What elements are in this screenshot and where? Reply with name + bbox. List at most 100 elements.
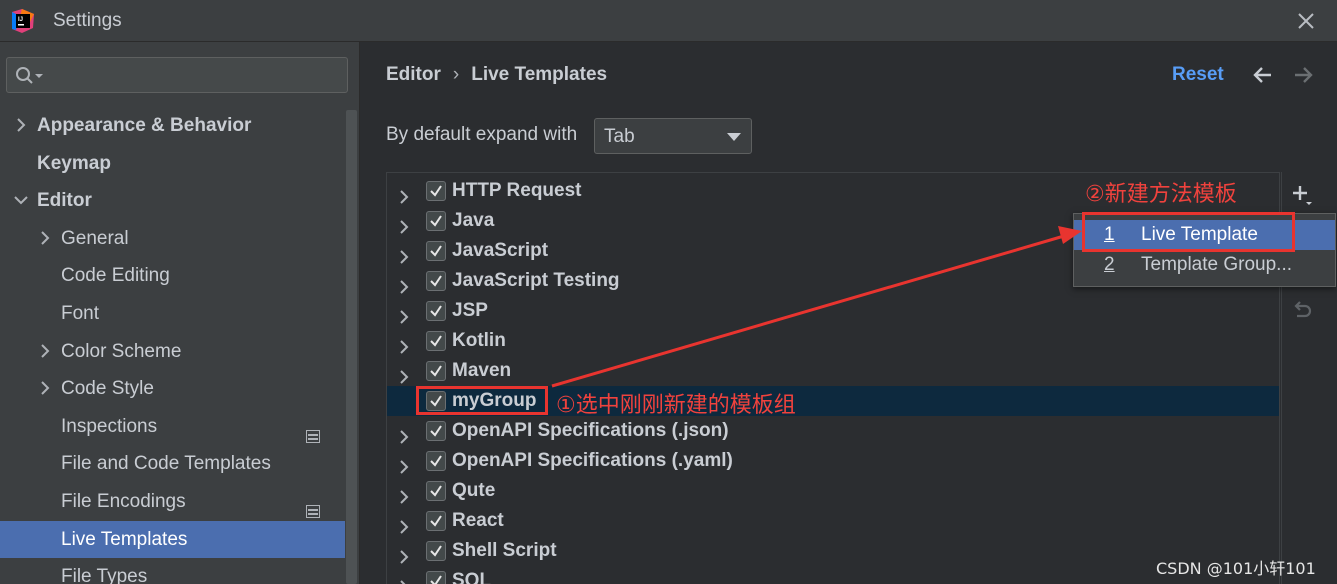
group-checkbox[interactable] xyxy=(426,481,446,501)
chevron-right-icon[interactable] xyxy=(397,574,411,584)
group-name: JSP xyxy=(452,300,488,321)
sidebar-item-general[interactable]: General xyxy=(0,220,345,257)
check-icon xyxy=(430,335,442,347)
chevron-right-icon[interactable] xyxy=(397,304,411,324)
group-checkbox[interactable] xyxy=(426,331,446,351)
close-icon[interactable] xyxy=(1293,8,1319,34)
sidebar-item-label: Keymap xyxy=(37,152,111,174)
project-settings-icon xyxy=(306,419,320,443)
sidebar-item-label: File Types xyxy=(61,566,148,584)
svg-text:IJ: IJ xyxy=(18,17,23,23)
breadcrumb: Editor › Live Templates xyxy=(386,64,607,86)
watermark: CSDN @101小轩101 xyxy=(1156,559,1316,578)
search-icon[interactable] xyxy=(15,66,45,86)
chevron-right-icon[interactable] xyxy=(397,334,411,354)
chevron-right-icon[interactable] xyxy=(37,220,53,257)
group-checkbox[interactable] xyxy=(426,271,446,291)
sidebar-item-code-editing[interactable]: Code Editing xyxy=(0,257,345,294)
group-checkbox[interactable] xyxy=(426,511,446,531)
sidebar-item-code-style[interactable]: Code Style xyxy=(0,370,345,407)
sidebar-item-label: Appearance & Behavior xyxy=(37,115,252,136)
annotation-box-live-template xyxy=(1082,212,1295,252)
template-group-row[interactable]: Maven xyxy=(387,356,1279,386)
template-group-row[interactable]: Qute xyxy=(387,476,1279,506)
menu-item-label: Template Group... xyxy=(1141,254,1293,275)
chevron-right-icon[interactable] xyxy=(37,333,53,370)
reset-link[interactable]: Reset xyxy=(1172,64,1224,86)
sidebar-item-label: Live Templates xyxy=(61,528,188,550)
chevron-right-icon[interactable] xyxy=(397,514,411,534)
group-name: JavaScript xyxy=(452,240,549,261)
undo-icon[interactable] xyxy=(1291,300,1313,322)
arrow-right-icon[interactable] xyxy=(1291,64,1315,86)
sidebar-item-appearance-behavior[interactable]: Appearance & Behavior xyxy=(0,107,345,144)
group-name: React xyxy=(452,510,504,531)
sidebar-item-label: Editor xyxy=(37,190,92,212)
expand-with-select[interactable]: Tab xyxy=(594,118,752,154)
group-checkbox[interactable] xyxy=(426,361,446,381)
sidebar-item-file-encodings[interactable]: File Encodings xyxy=(0,483,345,520)
expand-with-value: Tab xyxy=(604,126,635,147)
check-icon xyxy=(430,455,442,467)
sidebar-item-keymap[interactable]: Keymap xyxy=(0,145,345,182)
chevron-right-icon[interactable] xyxy=(37,370,53,407)
chevron-down-icon[interactable] xyxy=(13,182,29,219)
chevron-right-icon[interactable] xyxy=(397,184,411,204)
sidebar-item-font[interactable]: Font xyxy=(0,295,345,332)
template-group-row[interactable]: SQL xyxy=(387,566,1279,584)
group-name: Maven xyxy=(452,360,512,381)
title-bar: IJ Settings xyxy=(0,0,1337,42)
settings-search-box[interactable] xyxy=(6,57,348,93)
template-group-row[interactable]: Shell Script xyxy=(387,536,1279,566)
chevron-right-icon[interactable] xyxy=(397,364,411,384)
group-checkbox[interactable] xyxy=(426,421,446,441)
sidebar-item-label: Code Style xyxy=(61,378,154,400)
chevron-right-icon[interactable] xyxy=(397,424,411,444)
group-name: SQL xyxy=(452,570,492,584)
menu-item-template-group[interactable]: 2 Template Group... xyxy=(1074,250,1335,280)
sidebar-item-file-types[interactable]: File Types xyxy=(0,558,345,584)
group-checkbox[interactable] xyxy=(426,451,446,471)
template-group-row[interactable]: JSP xyxy=(387,296,1279,326)
sidebar-item-inspections[interactable]: Inspections xyxy=(0,408,345,445)
sidebar-item-editor[interactable]: Editor xyxy=(0,182,345,219)
breadcrumb-editor[interactable]: Editor xyxy=(386,64,441,85)
check-icon xyxy=(430,245,442,257)
chevron-right-icon[interactable] xyxy=(397,214,411,234)
breadcrumb-live-templates: Live Templates xyxy=(471,64,608,85)
group-checkbox[interactable] xyxy=(426,541,446,561)
add-icon[interactable] xyxy=(1289,182,1315,208)
arrow-left-icon[interactable] xyxy=(1251,64,1275,86)
template-group-row[interactable]: OpenAPI Specifications (.yaml) xyxy=(387,446,1279,476)
chevron-right-icon[interactable] xyxy=(397,274,411,294)
project-settings-icon xyxy=(306,494,320,518)
group-checkbox[interactable] xyxy=(426,211,446,231)
check-icon xyxy=(430,305,442,317)
breadcrumb-separator: › xyxy=(452,64,460,85)
chevron-right-icon[interactable] xyxy=(397,454,411,474)
check-icon xyxy=(430,575,442,584)
group-checkbox[interactable] xyxy=(426,241,446,261)
template-group-row[interactable]: OpenAPI Specifications (.json) xyxy=(387,416,1279,446)
sidebar-item-live-templates[interactable]: Live Templates xyxy=(0,520,345,558)
chevron-right-icon[interactable] xyxy=(397,484,411,504)
search-input[interactable] xyxy=(47,62,337,88)
chevron-right-icon[interactable] xyxy=(397,244,411,264)
group-checkbox[interactable] xyxy=(426,181,446,201)
menu-mnemonic: 2 xyxy=(1104,254,1115,275)
sidebar-item-label: Color Scheme xyxy=(61,340,182,362)
template-group-row[interactable]: React xyxy=(387,506,1279,536)
check-icon xyxy=(430,485,442,497)
sidebar-item-color-scheme[interactable]: Color Scheme xyxy=(0,333,345,370)
sidebar-item-file-and-code-templates[interactable]: File and Code Templates xyxy=(0,445,345,482)
group-name: Java xyxy=(452,210,495,231)
group-checkbox[interactable] xyxy=(426,301,446,321)
template-group-row[interactable]: Kotlin xyxy=(387,326,1279,356)
chevron-right-icon[interactable] xyxy=(13,107,29,144)
sidebar-scrollbar[interactable] xyxy=(346,110,357,584)
check-icon xyxy=(430,185,442,197)
group-name: OpenAPI Specifications (.yaml) xyxy=(452,450,733,471)
chevron-right-icon[interactable] xyxy=(397,544,411,564)
sidebar-item-label: File Encodings xyxy=(61,491,186,512)
group-checkbox[interactable] xyxy=(426,571,446,584)
